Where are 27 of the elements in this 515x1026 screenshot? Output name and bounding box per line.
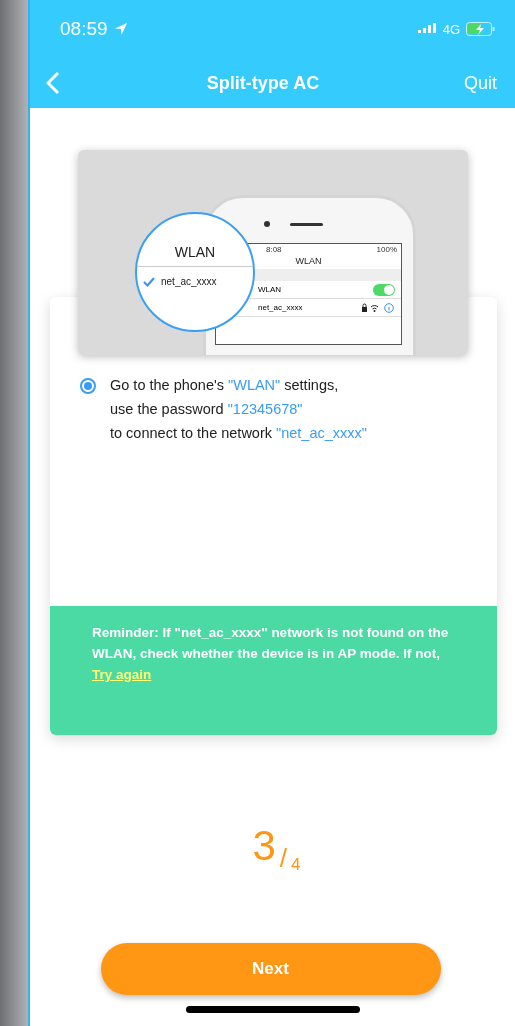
check-icon bbox=[143, 276, 155, 287]
step-separator: / bbox=[279, 843, 288, 874]
step-total: 4 bbox=[291, 855, 301, 875]
network-name: net_ac_xxxx bbox=[257, 303, 304, 312]
signal-icon bbox=[417, 23, 437, 35]
back-button[interactable] bbox=[44, 69, 62, 97]
instruction-text: Go to the phone's "WLAN" settings, bbox=[110, 377, 340, 393]
page-title: Split-type AC bbox=[206, 72, 320, 94]
phone-screen-title: WLAN bbox=[294, 255, 323, 268]
instruction-text: to connect to the network "net_ac_xxxx" bbox=[110, 425, 367, 441]
radio-button[interactable] bbox=[80, 378, 96, 394]
next-button[interactable]: Next bbox=[100, 943, 441, 995]
battery-charging-icon bbox=[466, 22, 495, 36]
magnified-title: WLAN bbox=[137, 214, 253, 267]
wlan-label: WLAN bbox=[257, 285, 283, 294]
reminder-text: Reminder: If "net_ac_xxxx" network is not found on the WLAN, check whether the device is in AP mode. If not, Try again bbox=[92, 624, 450, 684]
location-arrow-icon bbox=[113, 22, 128, 36]
lock-wifi-info-icon bbox=[361, 302, 395, 313]
quit-button[interactable]: Quit bbox=[463, 72, 497, 94]
phone-battery: 100% bbox=[376, 245, 397, 254]
try-again-link[interactable]: Try again bbox=[92, 667, 152, 682]
phone-time: 8:08 bbox=[266, 245, 282, 254]
step-current: 3 bbox=[252, 825, 276, 867]
network-type: 4G bbox=[442, 21, 460, 37]
instruction-text: use the password "12345678" bbox=[110, 401, 304, 417]
status-time: 08:59 bbox=[60, 18, 108, 40]
magnified-network-name: net_ac_xxxx bbox=[161, 276, 217, 287]
